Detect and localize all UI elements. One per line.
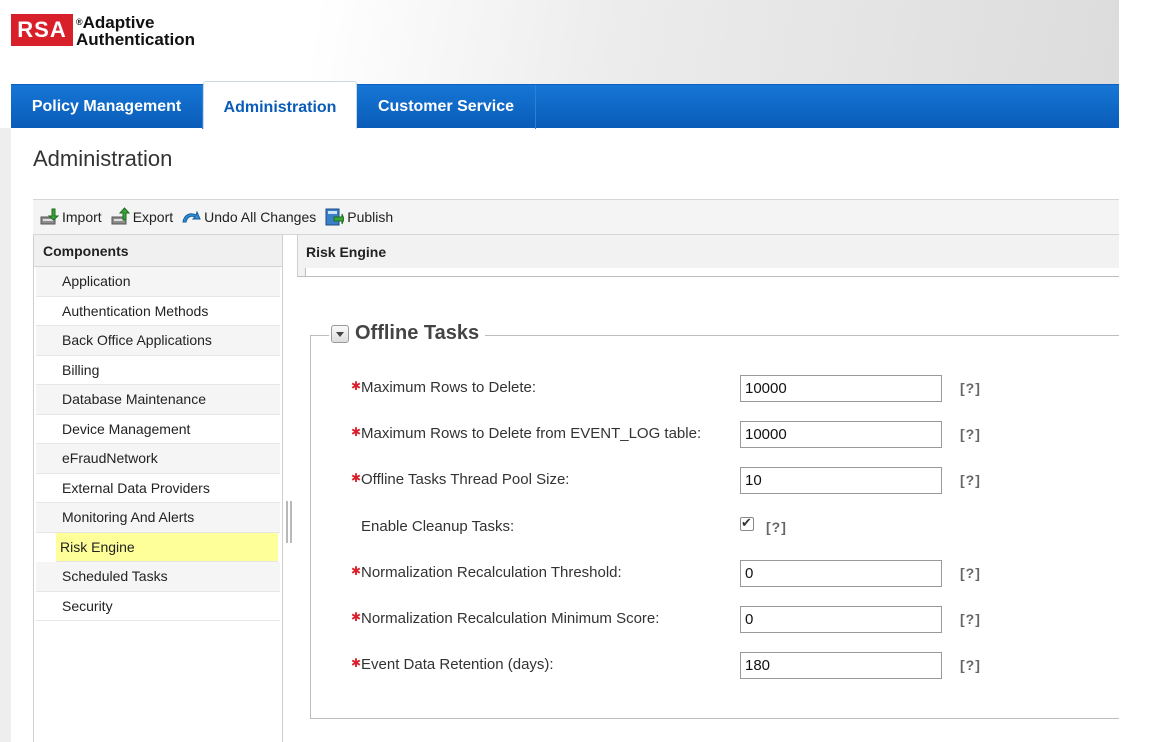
import-icon (39, 207, 60, 227)
component-efraudnetwork[interactable]: eFraudNetwork (36, 444, 280, 474)
field-row-max-rows-event-log: ✱ Maximum Rows to Delete from EVENT_LOG … (351, 421, 1111, 448)
field-row-max-rows-delete: ✱ Maximum Rows to Delete: [?] (351, 375, 1111, 402)
field-row-normalization-min-score: ✱ Normalization Recalculation Minimum Sc… (351, 606, 1111, 633)
help-icon[interactable]: [?] (960, 565, 981, 581)
max-rows-delete-input[interactable] (740, 375, 942, 402)
publish-icon (324, 207, 345, 227)
component-back-office-applications[interactable]: Back Office Applications (36, 326, 280, 356)
rsa-logo: RSA ®Adaptive Authentication (11, 14, 195, 48)
help-icon[interactable]: [?] (960, 472, 981, 488)
components-header: Components (34, 235, 282, 267)
publish-button[interactable]: Publish (324, 207, 393, 227)
help-icon[interactable]: [?] (960, 657, 981, 673)
field-label: Enable Cleanup Tasks: (361, 518, 515, 535)
required-icon: ✱ (351, 379, 362, 393)
components-panel: Components Application Authentication Me… (33, 235, 283, 742)
import-button[interactable]: Import (39, 207, 102, 227)
section-legend: Offline Tasks (329, 322, 486, 345)
required-icon: ✱ (351, 656, 362, 670)
field-row-enable-cleanup: Enable Cleanup Tasks: [?] (351, 514, 1111, 540)
undo-label: Undo All Changes (204, 209, 317, 225)
required-icon: ✱ (351, 564, 362, 578)
undo-icon (181, 207, 201, 227)
field-label: Normalization Recalculation Threshold: (361, 564, 622, 581)
product-name-line2: Authentication (76, 30, 195, 49)
undo-all-changes-button[interactable]: Undo All Changes (181, 207, 316, 227)
tab-administration[interactable]: Administration (203, 81, 357, 129)
publish-label: Publish (347, 209, 394, 225)
help-icon[interactable]: [?] (960, 380, 981, 396)
thread-pool-size-input[interactable] (740, 467, 942, 494)
field-label: Maximum Rows to Delete from EVENT_LOG ta… (361, 425, 702, 442)
component-security[interactable]: Security (36, 592, 280, 621)
field-label: Maximum Rows to Delete: (361, 379, 537, 396)
collapse-chevron-icon[interactable] (331, 324, 349, 343)
component-device-management[interactable]: Device Management (36, 415, 280, 444)
panel-splitter-handle[interactable] (286, 501, 292, 543)
help-icon[interactable]: [?] (960, 426, 981, 442)
tab-policy-management[interactable]: Policy Management (11, 85, 203, 129)
component-authentication-methods[interactable]: Authentication Methods (36, 297, 280, 326)
toolbar: Import Export Undo All Changes Publish (33, 199, 1119, 235)
page-title: Administration (33, 146, 173, 171)
component-monitoring-and-alerts[interactable]: Monitoring And Alerts (36, 503, 280, 533)
help-icon[interactable]: [?] (766, 519, 787, 535)
field-row-event-data-retention: ✱ Event Data Retention (days): [?] (351, 652, 1111, 679)
product-name: ®Adaptive Authentication (76, 14, 195, 48)
field-label: Offline Tasks Thread Pool Size: (361, 471, 570, 488)
normalization-min-score-input[interactable] (740, 606, 942, 633)
component-database-maintenance[interactable]: Database Maintenance (36, 385, 280, 415)
components-list: Application Authentication Methods Back … (34, 267, 282, 621)
detail-panel: Risk Engine Offline Tasks ✱ Maximum Rows… (297, 235, 1119, 742)
component-billing[interactable]: Billing (36, 356, 280, 385)
section-title: Offline Tasks (355, 322, 480, 344)
field-row-thread-pool-size: ✱ Offline Tasks Thread Pool Size: [?] (351, 467, 1111, 494)
max-rows-event-log-input[interactable] (740, 421, 942, 448)
main-nav: Policy Management Administration Custome… (11, 81, 1119, 129)
offline-tasks-section: Offline Tasks ✱ Maximum Rows to Delete: … (310, 322, 1119, 719)
export-button[interactable]: Export (110, 207, 173, 227)
required-icon: ✱ (351, 425, 362, 439)
normalization-threshold-input[interactable] (740, 560, 942, 587)
required-icon: ✱ (351, 471, 362, 485)
component-scheduled-tasks[interactable]: Scheduled Tasks (36, 562, 280, 592)
import-label: Import (62, 209, 102, 225)
required-icon: ✱ (351, 610, 362, 624)
export-label: Export (132, 209, 174, 225)
tab-customer-service[interactable]: Customer Service (357, 85, 536, 129)
right-gutter (1119, 0, 1152, 742)
rsa-logo-mark: RSA (11, 14, 73, 46)
enable-cleanup-checkbox[interactable] (740, 515, 754, 531)
detail-subheader (305, 268, 1119, 277)
event-data-retention-input[interactable] (740, 652, 942, 679)
left-edge (0, 128, 11, 742)
field-row-normalization-threshold: ✱ Normalization Recalculation Threshold:… (351, 560, 1111, 587)
component-risk-engine[interactable]: Risk Engine (56, 532, 278, 562)
component-external-data-providers[interactable]: External Data Providers (36, 474, 280, 503)
app-header: RSA ®Adaptive Authentication (0, 0, 1120, 84)
field-label: Event Data Retention (days): (361, 656, 554, 673)
component-application[interactable]: Application (36, 267, 280, 297)
export-icon (110, 207, 130, 227)
help-icon[interactable]: [?] (960, 611, 981, 627)
field-label: Normalization Recalculation Minimum Scor… (361, 610, 660, 627)
registered-mark: ® (76, 17, 83, 27)
